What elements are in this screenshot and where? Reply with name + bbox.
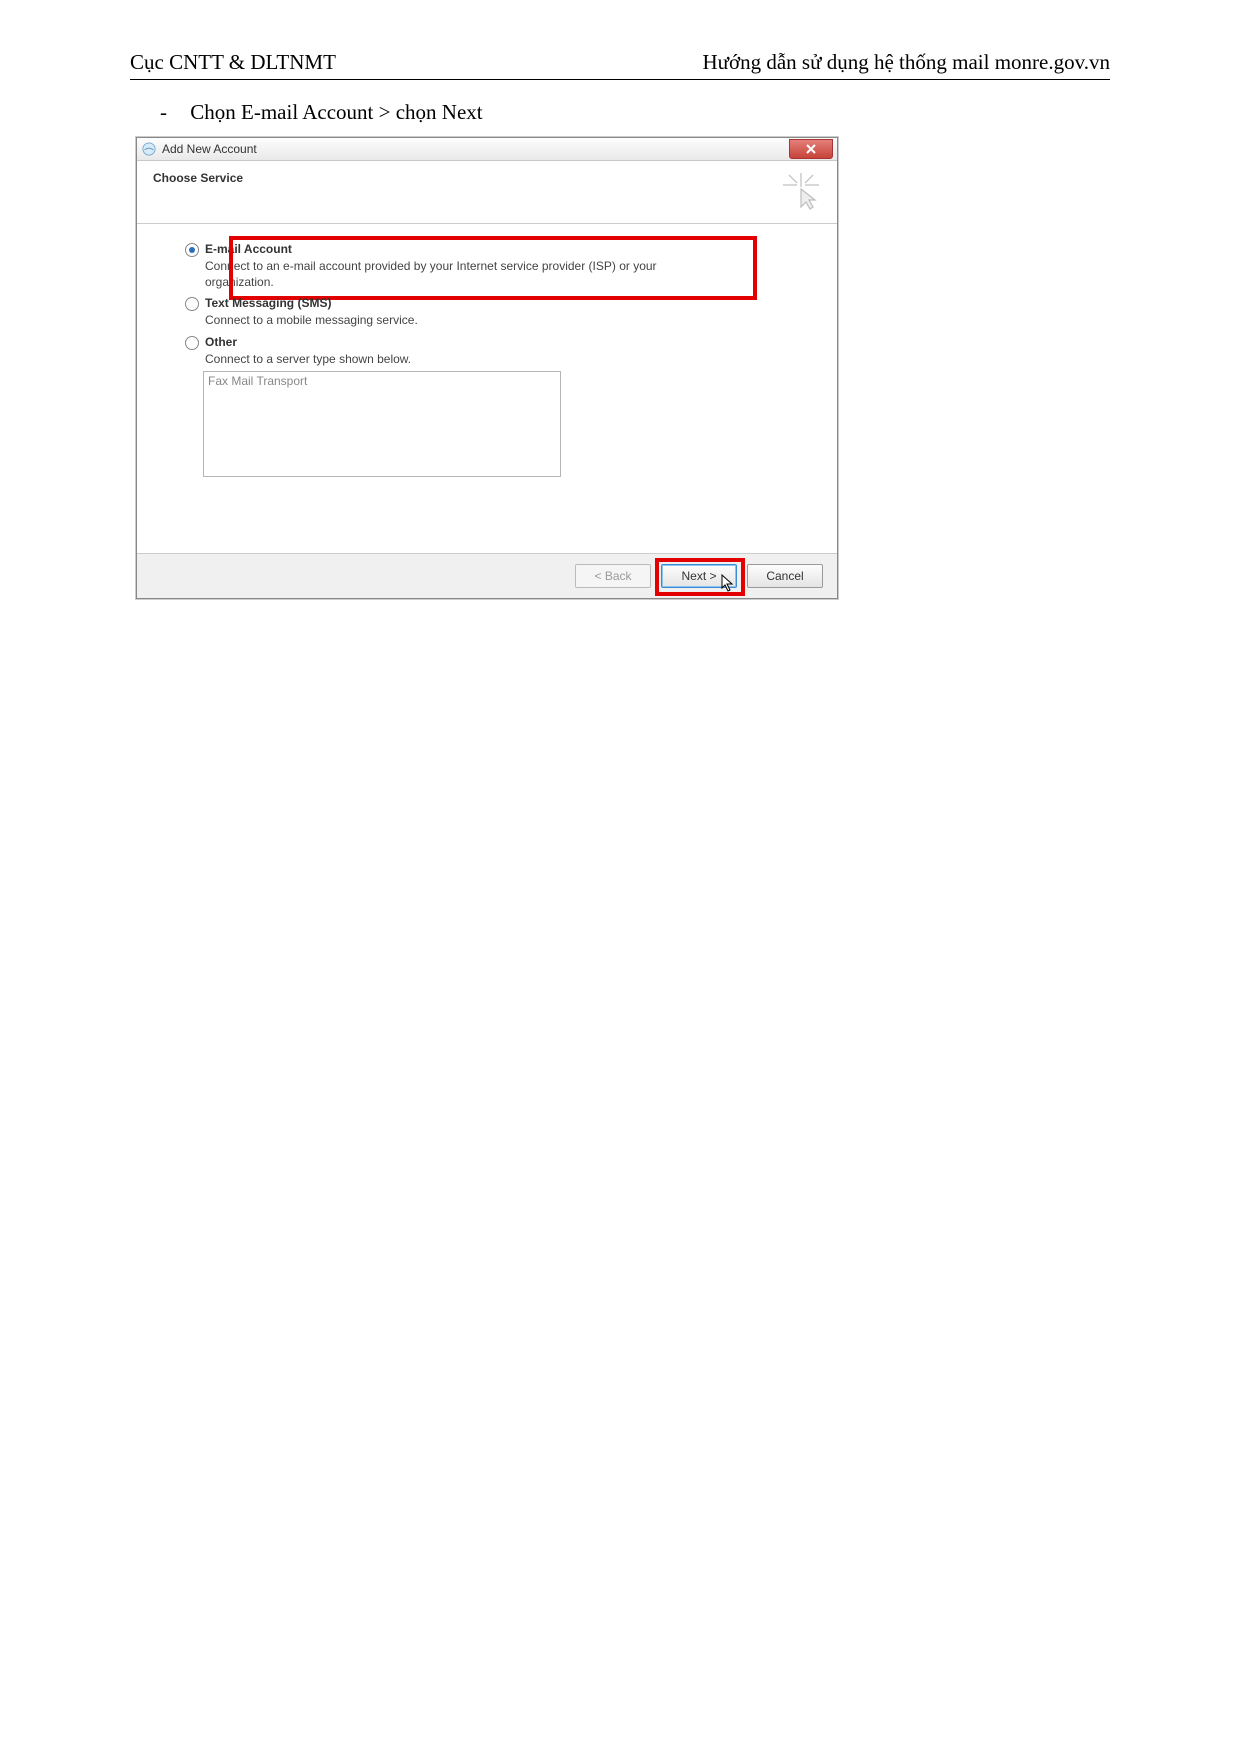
option-email-label: E-mail Account bbox=[205, 242, 821, 256]
header-right: Hướng dẫn sử dụng hệ thống mail monre.go… bbox=[702, 50, 1110, 75]
option-sms[interactable]: Text Messaging (SMS) Connect to a mobile… bbox=[205, 296, 821, 328]
next-button-wrap: Next > bbox=[661, 564, 737, 588]
option-sms-label: Text Messaging (SMS) bbox=[205, 296, 821, 310]
document-header: Cục CNTT & DLTNMT Hướng dẫn sử dụng hệ t… bbox=[130, 50, 1110, 80]
dialog-body: E-mail Account Connect to an e-mail acco… bbox=[137, 224, 837, 553]
back-button: < Back bbox=[575, 564, 651, 588]
back-button-label: < Back bbox=[594, 569, 631, 583]
wizard-title: Choose Service bbox=[153, 171, 243, 185]
option-email-account[interactable]: E-mail Account Connect to an e-mail acco… bbox=[205, 242, 821, 290]
radio-other[interactable] bbox=[185, 336, 199, 350]
option-other-label: Other bbox=[205, 335, 821, 349]
dialog-title: Add New Account bbox=[162, 142, 257, 156]
option-other-desc: Connect to a server type shown below. bbox=[205, 351, 685, 367]
bullet-dash: - bbox=[160, 100, 167, 124]
cursor-icon bbox=[721, 574, 735, 592]
other-server-list[interactable]: Fax Mail Transport bbox=[203, 371, 561, 477]
radio-email[interactable] bbox=[185, 243, 199, 257]
add-new-account-dialog: Add New Account Choose Service bbox=[136, 137, 838, 599]
dialog-titlebar: Add New Account bbox=[137, 138, 837, 161]
cancel-button[interactable]: Cancel bbox=[747, 564, 823, 588]
close-icon bbox=[806, 144, 816, 154]
cancel-button-label: Cancel bbox=[766, 569, 803, 583]
close-button[interactable] bbox=[789, 139, 833, 159]
option-email-desc: Connect to an e-mail account provided by… bbox=[205, 258, 685, 290]
instruction-line: - Chọn E-mail Account > chọn Next bbox=[160, 100, 1110, 125]
wizard-header: Choose Service bbox=[137, 161, 837, 224]
option-sms-desc: Connect to a mobile messaging service. bbox=[205, 312, 685, 328]
radio-sms[interactable] bbox=[185, 297, 199, 311]
next-button-label: Next > bbox=[681, 569, 716, 583]
instruction-text: Chọn E-mail Account > chọn Next bbox=[190, 100, 482, 124]
option-other[interactable]: Other Connect to a server type shown bel… bbox=[205, 335, 821, 477]
app-icon bbox=[141, 141, 157, 157]
cursor-star-icon bbox=[781, 171, 821, 211]
list-item: Fax Mail Transport bbox=[208, 374, 307, 388]
dialog-button-bar: < Back Next > Cancel bbox=[137, 553, 837, 598]
header-left: Cục CNTT & DLTNMT bbox=[130, 50, 336, 75]
